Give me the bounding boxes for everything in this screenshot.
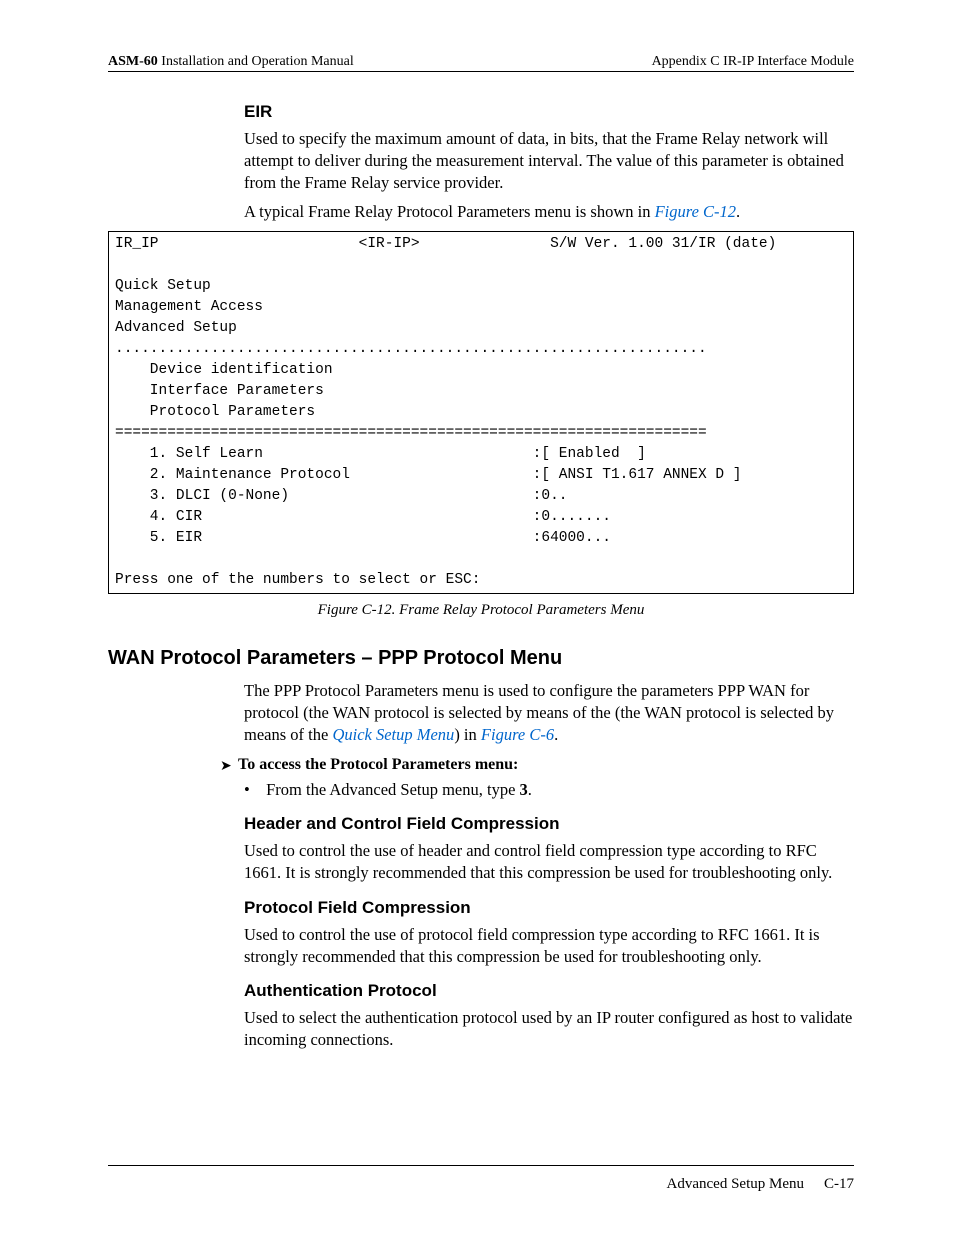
- text-run: .: [736, 202, 740, 221]
- figure-caption: Figure C-12. Frame Relay Protocol Parame…: [108, 602, 854, 619]
- para-eir: Used to specify the maximum amount of da…: [244, 128, 854, 193]
- page-footer: Advanced Setup Menu C-17: [108, 1165, 854, 1193]
- product-name: ASM-60: [108, 54, 158, 69]
- bullet-icon: •: [244, 780, 262, 800]
- footer-page-number: C-17: [824, 1176, 854, 1193]
- para-ppp: The PPP Protocol Parameters menu is used…: [244, 680, 854, 745]
- terminal-screenshot: IR_IP <IR-IP> S/W Ver. 1.00 31/IR (date)…: [108, 231, 854, 594]
- text-run: ) in: [454, 725, 481, 744]
- link-quick-setup-menu[interactable]: Quick Setup Menu: [332, 725, 454, 744]
- header-left: ASM-60 Installation and Operation Manual: [108, 54, 354, 70]
- heading-eir: EIR: [244, 102, 854, 122]
- arrow-icon: ➤: [220, 756, 238, 777]
- text-run: .: [554, 725, 558, 744]
- page: ASM-60 Installation and Operation Manual…: [0, 0, 954, 1235]
- keypress: 3: [520, 780, 528, 799]
- para-hcfc: Used to control the use of header and co…: [244, 840, 854, 884]
- link-figure-c6[interactable]: Figure C-6: [481, 725, 554, 744]
- section-eir: EIR Used to specify the maximum amount o…: [244, 102, 854, 223]
- section-hcfc: Header and Control Field Compression Use…: [244, 814, 854, 1051]
- para-intro-figure: A typical Frame Relay Protocol Parameter…: [244, 201, 854, 223]
- procedure-step: • From the Advanced Setup menu, type 3.: [244, 780, 854, 800]
- page-header: ASM-60 Installation and Operation Manual…: [108, 54, 854, 72]
- procedure-title: To access the Protocol Parameters menu:: [238, 756, 518, 774]
- heading-hcfc: Header and Control Field Compression: [244, 814, 854, 834]
- footer-section: Advanced Setup Menu: [667, 1176, 804, 1193]
- text-run: A typical Frame Relay Protocol Parameter…: [244, 202, 655, 221]
- section-ppp: The PPP Protocol Parameters menu is used…: [244, 680, 854, 745]
- procedure-heading: ➤ To access the Protocol Parameters menu…: [220, 756, 854, 777]
- text-run: From the Advanced Setup menu, type: [266, 780, 519, 799]
- link-figure-c12[interactable]: Figure C-12: [655, 202, 736, 221]
- heading-auth: Authentication Protocol: [244, 981, 854, 1001]
- para-pfc: Used to control the use of protocol fiel…: [244, 924, 854, 968]
- heading-wan-ppp: WAN Protocol Parameters – PPP Protocol M…: [108, 647, 854, 670]
- heading-pfc: Protocol Field Compression: [244, 898, 854, 918]
- access-block: ➤ To access the Protocol Parameters menu…: [220, 756, 854, 801]
- text-run: .: [528, 780, 532, 799]
- manual-title: Installation and Operation Manual: [158, 54, 354, 69]
- para-auth: Used to select the authentication protoc…: [244, 1007, 854, 1051]
- header-right: Appendix C IR-IP Interface Module: [652, 54, 854, 70]
